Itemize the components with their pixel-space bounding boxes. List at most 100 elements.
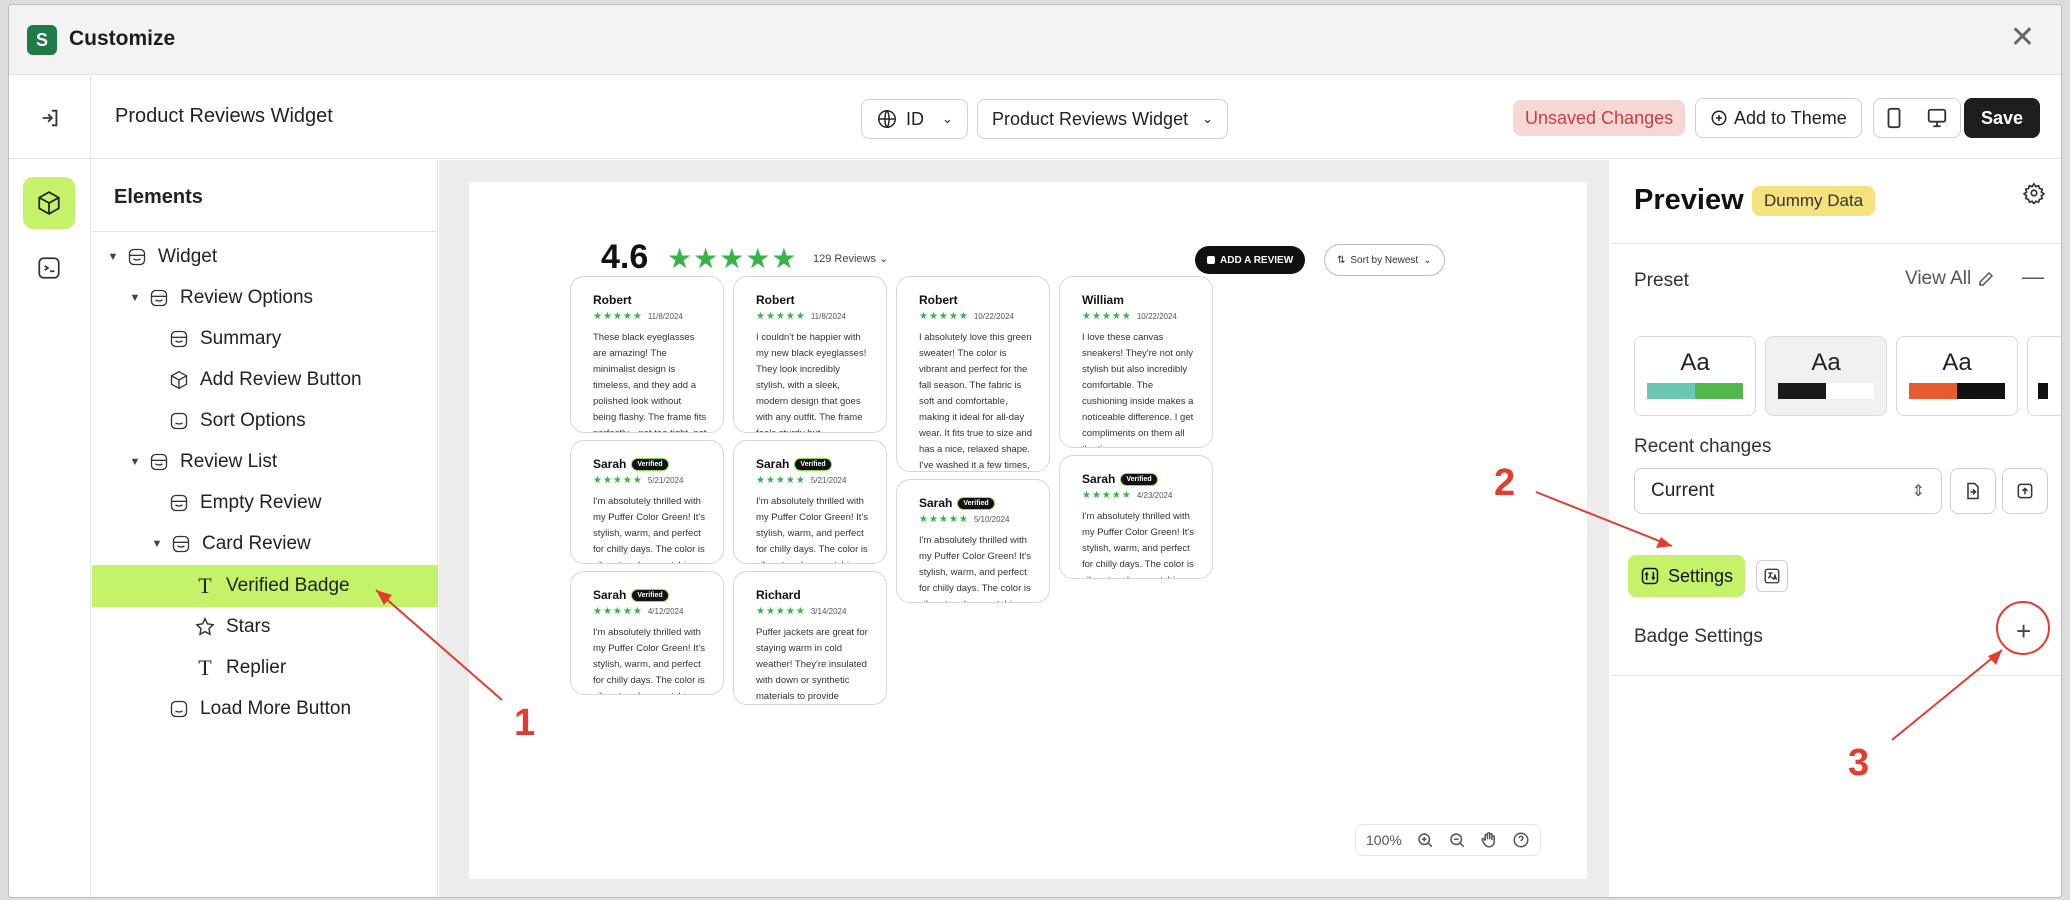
review-card: Robert ★★★★★ 11/8/2024 These black eyegla… (570, 276, 724, 433)
edit-icon (1979, 271, 1994, 286)
tree-item-verified-badge[interactable]: T Verified Badge (92, 565, 438, 607)
exit-icon (42, 109, 57, 126)
preset-card-selected[interactable]: Aa (1765, 336, 1887, 416)
card-rating: ★★★★★ 4/12/2024 (593, 606, 684, 617)
group-icon (168, 492, 190, 514)
reviewer-name: Robert (756, 293, 795, 307)
review-card: Sarah Verified ★★★★★ 4/12/2024 I'm absolut… (570, 571, 724, 695)
review-text: I'm absolutely thrilled with my Puffer C… (593, 627, 705, 694)
collapse-icon[interactable]: — (2022, 264, 2044, 290)
recent-value: Current (1651, 480, 1715, 501)
review-count[interactable]: 129 Reviews ⌄ (813, 252, 888, 265)
zoom-level[interactable]: 100% (1366, 832, 1402, 848)
add-to-theme-button[interactable]: Add to Theme (1695, 98, 1862, 138)
review-text: I'm absolutely thrilled with my Puffer C… (756, 496, 868, 563)
tree-item-sort-options[interactable]: Sort Options (92, 400, 438, 442)
color-swatch (1647, 383, 1695, 399)
tree-item-add-review-button[interactable]: Add Review Button (92, 359, 438, 401)
terminal-icon (38, 257, 60, 279)
translate-icon (1764, 568, 1780, 584)
export-button[interactable] (2002, 468, 2048, 514)
color-swatch (1695, 383, 1743, 399)
caret-down-icon[interactable]: ▼ (150, 538, 164, 550)
recent-changes-select[interactable]: Current ⇕ (1634, 468, 1942, 514)
card-rating: ★★★★★ 5/21/2024 (756, 475, 847, 486)
preset-card[interactable] (2027, 336, 2061, 416)
card-rating: ★★★★★ 3/14/2024 (756, 606, 847, 617)
caret-down-icon[interactable]: ▼ (106, 251, 120, 263)
preset-card[interactable]: Aa (1634, 336, 1756, 416)
review-text: I couldn't be happier with my new black … (756, 332, 867, 432)
view-all-link[interactable]: View All (1905, 268, 1995, 290)
zoom-in-icon[interactable] (1416, 831, 1434, 849)
tree-item-summary[interactable]: Summary (92, 318, 438, 360)
card-rating: ★★★★★ 4/23/2024 (1082, 490, 1173, 501)
caret-down-icon[interactable]: ▼ (128, 292, 142, 304)
average-rating: 4.6 (601, 238, 649, 276)
group-icon (148, 287, 170, 309)
tree-item-card-review[interactable]: ▼ Card Review (92, 523, 438, 565)
add-to-theme-label: Add to Theme (1734, 107, 1847, 128)
group-icon (170, 533, 192, 555)
reviewer-name: Richard (756, 588, 801, 602)
mobile-view-icon[interactable] (1885, 107, 1903, 129)
view-all-label: View All (1905, 268, 1972, 289)
annotation-number: 2 (1494, 462, 1516, 504)
language-select[interactable]: ID ⌄ (861, 99, 968, 139)
save-button[interactable]: Save (1964, 98, 2040, 138)
reviewer-name: Sarah Verified (593, 588, 707, 602)
color-swatch (1778, 383, 1826, 399)
desktop-view-icon[interactable] (1925, 107, 1949, 129)
tab-translate[interactable] (1756, 560, 1788, 592)
tree-item-review-options[interactable]: ▼ Review Options (92, 277, 438, 319)
add-review-button[interactable]: ADD A REVIEW (1195, 246, 1306, 274)
add-setting-button[interactable]: + (2016, 618, 2031, 644)
tree-item-review-list[interactable]: ▼ Review List (92, 441, 438, 483)
import-file-icon (1967, 482, 1979, 500)
review-card: Sarah Verified ★★★★★ 5/21/2024 I'm absolut… (570, 440, 724, 564)
import-button[interactable] (1950, 468, 1996, 514)
preset-card[interactable]: Aa (1896, 336, 2018, 416)
group-icon (168, 328, 190, 350)
preset-label: Preset (1634, 270, 1689, 291)
exit-button[interactable] (9, 76, 91, 159)
review-card: Sarah Verified ★★★★★ 5/21/2024 I'm absolut… (733, 440, 887, 564)
rail-code-button[interactable] (23, 242, 75, 294)
chevron-down-icon: ⌄ (1202, 111, 1213, 126)
help-icon[interactable] (1512, 831, 1530, 849)
zoom-out-icon[interactable] (1448, 831, 1466, 849)
widget-name: Product Reviews Widget (115, 105, 333, 127)
tab-settings[interactable]: Settings (1628, 555, 1746, 597)
caret-down-icon[interactable]: ▼ (128, 456, 142, 468)
card-rating: ★★★★★ 11/8/2024 (593, 311, 683, 322)
close-icon[interactable]: ✕ (2010, 23, 2035, 53)
app-logo: S (27, 25, 57, 55)
gear-icon[interactable] (2023, 182, 2045, 204)
widget-select[interactable]: Product Reviews Widget ⌄ (977, 99, 1228, 139)
preset-sample: Aa (1811, 349, 1841, 376)
sort-select[interactable]: ⇅ Sort by Newest ⌄ (1324, 244, 1445, 276)
badge-settings-title: Badge Settings (1634, 626, 1763, 647)
color-swatch (2038, 383, 2048, 399)
tree-item-widget[interactable]: ▼ Widget (92, 236, 438, 278)
device-toggle (1873, 98, 1961, 138)
group-icon (148, 451, 170, 473)
tree-item-empty-review[interactable]: Empty Review (92, 482, 438, 524)
rail-elements-button[interactable] (23, 177, 75, 229)
cube-icon (38, 191, 60, 215)
hand-icon[interactable] (1480, 831, 1498, 849)
sort-arrows-icon: ⇅ (1337, 254, 1346, 266)
tree-item-stars[interactable]: Stars (92, 606, 438, 648)
preset-sample: Aa (1942, 349, 1972, 376)
review-card: Robert ★★★★★ 11/8/2024 I couldn't be happ… (733, 276, 887, 433)
verified-badge: Verified (631, 588, 669, 602)
left-rail (9, 160, 91, 897)
tree-item-label: Review Options (180, 287, 314, 308)
card-rating: ★★★★★ 5/10/2024 (919, 514, 1010, 525)
cube-icon (168, 369, 190, 391)
tree-item-replier[interactable]: T Replier (92, 647, 438, 689)
elements-title: Elements (92, 160, 437, 232)
tree-item-load-more-button[interactable]: Load More Button (92, 688, 438, 730)
title-bar: S Customize ✕ (9, 5, 2061, 75)
reviewer-name: Robert (919, 293, 958, 307)
